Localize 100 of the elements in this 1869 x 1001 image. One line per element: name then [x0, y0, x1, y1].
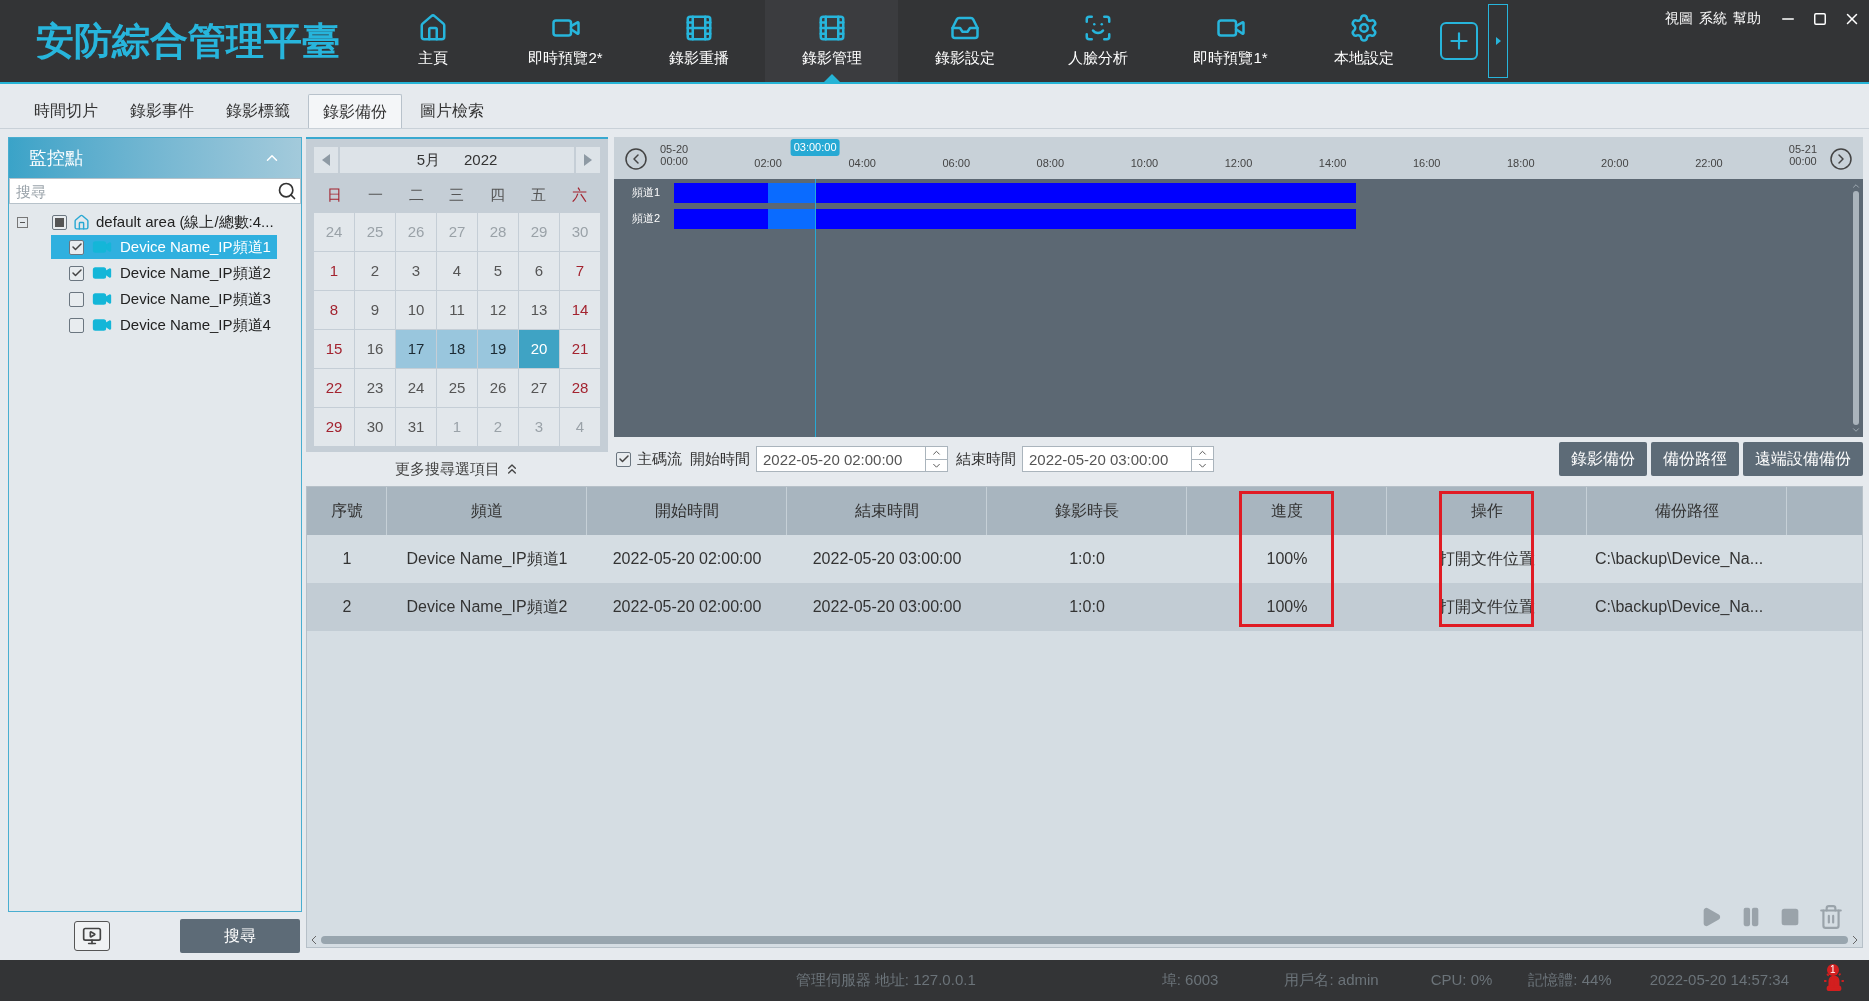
time-label: 04:00	[848, 156, 876, 171]
table-cell-text: 1:0:0	[1068, 549, 1106, 569]
expand-strip-button[interactable]	[1488, 4, 1508, 78]
time-label: 05-20 00:00	[660, 143, 689, 167]
calendar-day[interactable]: 23	[355, 369, 395, 407]
previous-icon[interactable]	[624, 147, 648, 171]
channel-label: 頻道2	[632, 210, 661, 226]
tab[interactable]: 錄影備份	[308, 94, 402, 128]
channel-label: 頻道1	[632, 184, 661, 200]
nav-tab[interactable]: 即時預覽1*	[1164, 0, 1297, 82]
search-icon[interactable]	[277, 181, 297, 201]
maximize-icon[interactable]	[1813, 11, 1827, 26]
calendar-day[interactable]: 9	[355, 291, 395, 329]
scrollbar[interactable]	[1851, 181, 1861, 435]
calendar-day[interactable]: 2	[355, 252, 395, 290]
calendar-day[interactable]: 18	[437, 330, 477, 368]
next-icon[interactable]	[1829, 147, 1853, 171]
table-cell-text: 2022-05-20 02:00:00	[611, 549, 763, 569]
collapse-toggle-icon[interactable]	[17, 216, 28, 228]
scroll-right-icon[interactable]	[1852, 936, 1858, 944]
search-button[interactable]: 搜尋	[180, 919, 300, 954]
nav-tab[interactable]: 人臉分析	[1031, 0, 1164, 82]
calendar-day[interactable]: 22	[314, 369, 354, 407]
calendar-day[interactable]: 8	[314, 291, 354, 329]
nav-tab[interactable]: 主頁	[366, 0, 499, 82]
tab[interactable]: 時間切片	[20, 94, 112, 128]
calendar-day[interactable]: 11	[437, 291, 477, 329]
tree-item[interactable]: Device Name_IP頻道3	[51, 287, 277, 311]
menu-item[interactable]: 系統	[1699, 8, 1727, 29]
menu-item[interactable]: 幫助	[1733, 8, 1761, 29]
calendar-day[interactable]: 28	[560, 369, 600, 407]
date-time-field[interactable]: 2022-05-20 03:00:00	[1022, 446, 1192, 472]
calendar-day[interactable]: 17	[396, 330, 436, 368]
calendar-day[interactable]: 13	[519, 291, 559, 329]
calendar-day[interactable]: 31	[396, 408, 436, 446]
calendar-day[interactable]: 7	[560, 252, 600, 290]
chevron-down-icon[interactable]	[926, 458, 947, 471]
calendar-day[interactable]: 26	[478, 369, 518, 407]
weekday-label: 六	[571, 184, 589, 205]
nav-tab[interactable]: 錄影設定	[898, 0, 1031, 82]
checkbox[interactable]	[69, 317, 84, 333]
scroll-left-icon[interactable]	[311, 936, 317, 944]
checkbox[interactable]	[69, 291, 84, 307]
previous-month-button[interactable]	[314, 147, 338, 173]
nav-tab[interactable]: 錄影重播	[632, 0, 765, 82]
checkbox[interactable]	[69, 265, 84, 281]
calendar-day[interactable]: 12	[478, 291, 518, 329]
nav-tab[interactable]: 本地設定	[1297, 0, 1430, 82]
scroll-down-icon[interactable]	[1851, 425, 1861, 435]
tree-item[interactable]: default area (線上/總數:4...	[96, 210, 274, 234]
calendar-day[interactable]: 4	[437, 252, 477, 290]
time-label: 05-21 00:00	[1788, 143, 1817, 167]
playback-button[interactable]	[74, 921, 110, 952]
more-options-link[interactable]: 更多搜尋選項目	[306, 452, 608, 486]
tree-item[interactable]: Device Name_IP頻道4	[51, 313, 277, 337]
add-button[interactable]	[1440, 22, 1478, 60]
spinner-control[interactable]	[926, 446, 948, 472]
menu-item[interactable]: 視圖	[1665, 8, 1693, 29]
next-month-button[interactable]	[576, 147, 600, 173]
alarm-count-badge: 1	[1827, 963, 1839, 976]
time-label: 14:00	[1318, 156, 1347, 171]
checkbox[interactable]	[616, 451, 631, 467]
calendar-day[interactable]: 10	[396, 291, 436, 329]
nav-tab[interactable]: 錄影管理	[765, 0, 898, 82]
tab[interactable]: 錄影事件	[116, 94, 208, 128]
chevron-down-icon[interactable]	[1192, 458, 1213, 471]
time-label: 20:00	[1601, 156, 1629, 171]
calendar-day[interactable]: 3	[396, 252, 436, 290]
spinner-control[interactable]	[1192, 446, 1214, 472]
checkbox-label: 主碼流	[637, 448, 682, 469]
date-time-field[interactable]: 2022-05-20 02:00:00	[756, 446, 926, 472]
field-label: 結束時間	[956, 448, 1016, 469]
table-cell-text: 100%	[1265, 549, 1309, 569]
search-field[interactable]: 搜尋	[9, 178, 301, 204]
calendar-day[interactable]: 16	[355, 330, 395, 368]
table-cell-text: Device Name_IP頻道1	[405, 549, 569, 569]
calendar-day[interactable]: 21	[560, 330, 600, 368]
calendar-day[interactable]: 25	[437, 369, 477, 407]
table-cell-text: 2022-05-20 02:00:00	[611, 597, 763, 617]
calendar-day[interactable]: 24	[396, 369, 436, 407]
calendar-day[interactable]: 27	[519, 369, 559, 407]
checkbox[interactable]	[69, 239, 84, 255]
calendar-day[interactable]: 15	[314, 330, 354, 368]
tree-item[interactable]: Device Name_IP頻道2	[51, 261, 277, 285]
weekday-label: 二	[407, 184, 425, 205]
calendar-day[interactable]: 30	[355, 408, 395, 446]
action-button[interactable]: 遠端設備備份	[1743, 442, 1863, 476]
nav-tab[interactable]: 即時預覽2*	[499, 0, 632, 82]
calendar-day[interactable]: 19	[478, 330, 518, 368]
tab[interactable]: 錄影標籤	[212, 94, 304, 128]
table-cell-text: 1:0:0	[1068, 597, 1106, 617]
action-button[interactable]: 錄影備份	[1559, 442, 1647, 476]
action-button[interactable]: 備份路徑	[1651, 442, 1739, 476]
tab[interactable]: 圖片檢索	[406, 94, 498, 128]
calendar-day[interactable]: 6	[519, 252, 559, 290]
calendar-day[interactable]: 1	[314, 252, 354, 290]
calendar-day[interactable]: 29	[314, 408, 354, 446]
checkbox[interactable]	[52, 214, 67, 230]
calendar-day[interactable]: 14	[560, 291, 600, 329]
calendar-day[interactable]: 5	[478, 252, 518, 290]
